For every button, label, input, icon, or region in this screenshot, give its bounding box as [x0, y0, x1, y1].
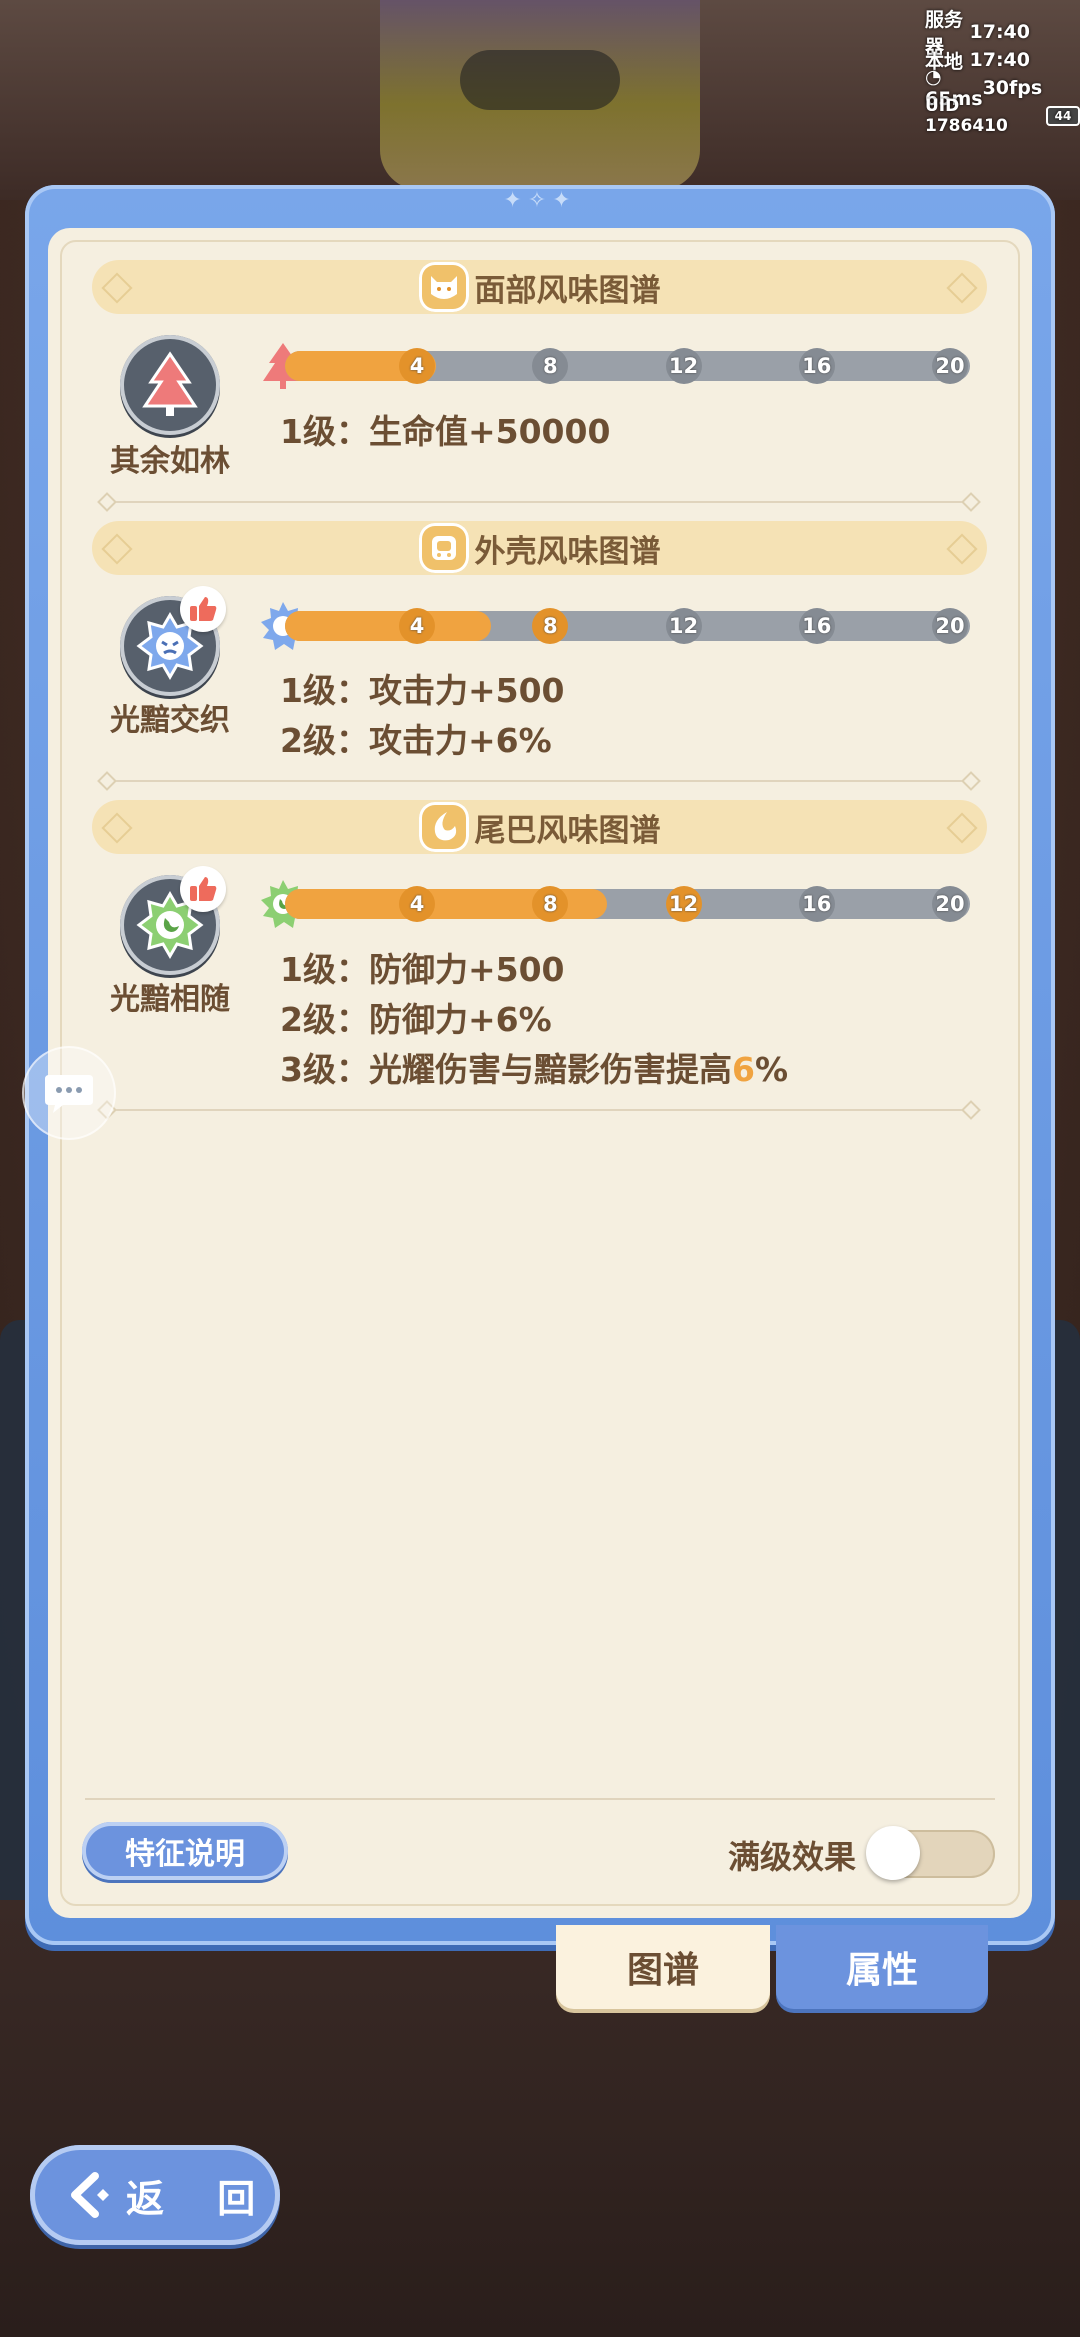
level-node: 4	[399, 348, 435, 384]
shell-icon	[418, 523, 469, 573]
progress-fill	[285, 611, 491, 641]
level-node: 12	[665, 608, 702, 644]
tail-icon	[418, 802, 469, 852]
level-node: 20	[932, 886, 968, 922]
cat-face-icon	[418, 262, 469, 312]
level-node: 4	[399, 886, 435, 922]
tab-attributes[interactable]: 属性	[776, 1925, 988, 2009]
medal-name: 光黯相随	[110, 982, 230, 1017]
level-node: 16	[798, 886, 835, 922]
level-node: 12	[665, 348, 702, 384]
effect-line: 1级：防御力+500	[280, 950, 565, 989]
section-title: 尾巴风味图谱	[474, 812, 661, 849]
medal-name: 其余如林	[110, 444, 230, 479]
section-title: 外壳风味图谱	[474, 533, 661, 570]
thumbs-up-icon	[180, 586, 226, 632]
section-header-tail: 尾巴风味图谱	[92, 800, 987, 854]
thumbs-up-icon	[180, 866, 226, 912]
level-node: 16	[798, 608, 835, 644]
level-node: 20	[932, 608, 968, 644]
feature-description-button[interactable]: 特征说明	[82, 1822, 288, 1880]
level-node: 20	[932, 348, 968, 384]
section-header-face: 面部风味图谱	[92, 260, 987, 314]
panel-ornament: ✦✧✦	[503, 188, 577, 213]
chat-bubble-icon	[45, 1075, 93, 1113]
back-arrow-icon	[60, 2165, 120, 2225]
server-time: 17:40	[969, 21, 1030, 43]
back-label: 返 回	[126, 2176, 276, 2221]
section-header-shell: 外壳风味图谱	[92, 521, 987, 575]
level-node: 12	[665, 886, 702, 922]
effect-line: 3级：光耀伤害与黯影伤害提高6%	[280, 1050, 789, 1089]
progress-bar: 4 8 12 16 20	[285, 348, 970, 384]
section-divider	[108, 780, 970, 782]
section-divider	[108, 501, 970, 503]
pine-tree-icon	[142, 351, 198, 416]
section-divider	[108, 1109, 970, 1111]
max-effect-toggle[interactable]	[866, 1826, 995, 1880]
level-node: 16	[798, 348, 835, 384]
footer-divider	[85, 1798, 995, 1800]
section-title: 面部风味图谱	[474, 272, 661, 309]
progress-bar: 4 8 12 16 20	[285, 886, 970, 922]
max-effect-label: 满级效果	[728, 1838, 857, 1876]
level-node: 8	[532, 348, 569, 384]
effect-line: 1级：生命值+50000	[280, 412, 611, 451]
chat-button[interactable]	[22, 1046, 116, 1140]
network-status-overlay: 服务器 17:40 本地 17:40 ◔ 65ms 30fps UID 178641…	[880, 9, 1080, 136]
medal-name: 光黯交织	[110, 703, 230, 738]
effect-line: 1级：攻击力+500	[280, 671, 565, 710]
effect-line: 2级：防御力+6%	[280, 1000, 552, 1039]
level-node: 8	[532, 886, 569, 922]
effect-line: 2级：攻击力+6%	[280, 721, 552, 760]
uid-text: UID 1786410	[925, 96, 1008, 136]
battery-icon: 44	[1045, 106, 1080, 126]
character-eyes	[460, 50, 620, 110]
level-node: 4	[399, 608, 435, 644]
progress-bar: 4 8 12 16 20	[285, 608, 970, 644]
wifi-icon: ◔	[925, 66, 942, 88]
level-node: 8	[532, 608, 569, 644]
back-button[interactable]: 返 回	[30, 2145, 280, 2245]
toggle-knob[interactable]	[866, 1826, 920, 1880]
tab-atlas[interactable]: 图谱	[556, 1925, 770, 2009]
medal-badge[interactable]	[120, 335, 220, 435]
